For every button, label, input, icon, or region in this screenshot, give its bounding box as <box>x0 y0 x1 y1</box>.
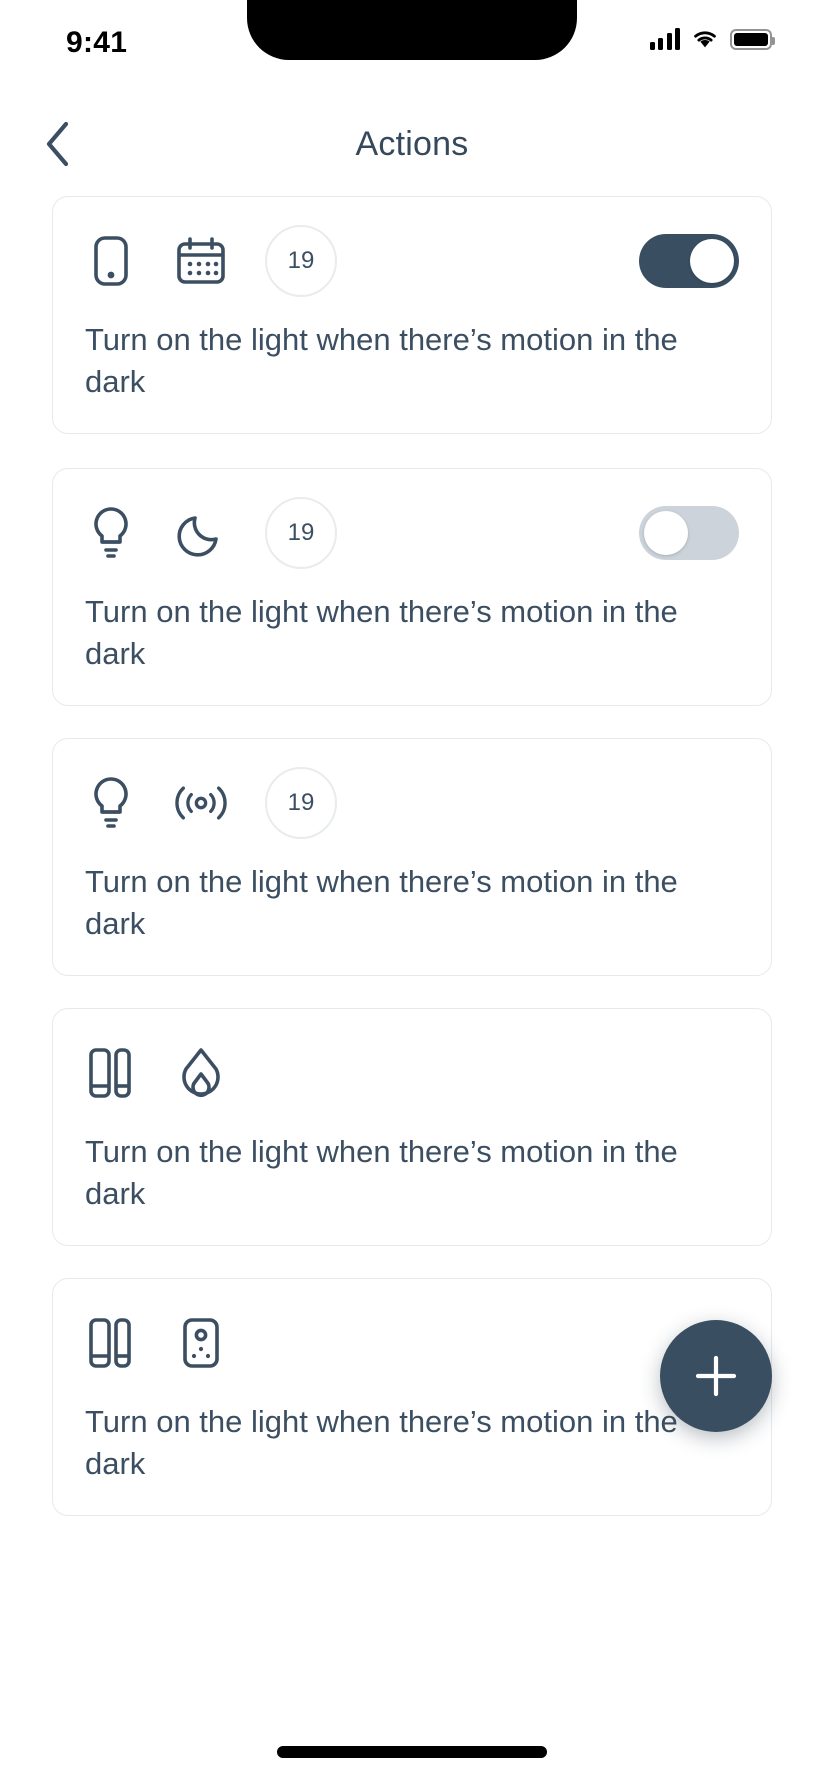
remote-control-icon <box>85 235 137 287</box>
device-notch <box>247 0 577 60</box>
action-card-header: 19 <box>85 225 739 297</box>
home-indicator <box>277 1746 547 1758</box>
page-header: Actions <box>0 100 824 188</box>
page-title: Actions <box>355 124 469 163</box>
action-card-header: 19 <box>85 497 739 569</box>
toggle-knob <box>690 239 734 283</box>
actions-list[interactable]: 19 Turn on the light when there’s motion … <box>0 196 824 1684</box>
action-card-header <box>85 1037 739 1109</box>
add-action-button[interactable] <box>660 1320 772 1432</box>
action-card[interactable]: Turn on the light when there’s motion in… <box>52 1008 772 1247</box>
calendar-icon <box>175 235 227 287</box>
action-description: Turn on the light when there’s motion in… <box>85 864 678 942</box>
blinds-icon <box>85 1047 137 1099</box>
action-description: Turn on the light when there’s motion in… <box>85 594 678 672</box>
action-card-header: 19 <box>85 767 739 839</box>
action-toggle[interactable] <box>639 506 739 560</box>
lightbulb-icon <box>85 507 137 559</box>
action-card[interactable]: 19 Turn on the light when there’s motion … <box>52 468 772 707</box>
chevron-left-icon <box>46 121 69 167</box>
back-button[interactable] <box>30 116 86 172</box>
phone-screen: 9:41 Actions 19 Turn on the light when th… <box>0 0 824 1784</box>
toggle-knob <box>644 511 688 555</box>
action-description: Turn on the light when there’s motion in… <box>85 1404 678 1482</box>
motion-sensor-icon <box>175 777 227 829</box>
moon-icon <box>175 507 227 559</box>
sensor-device-icon <box>175 1317 227 1369</box>
lightbulb-icon <box>85 777 137 829</box>
device-count-badge: 19 <box>265 767 337 839</box>
wifi-icon <box>691 28 719 50</box>
plus-icon <box>695 1355 737 1397</box>
action-toggle[interactable] <box>639 234 739 288</box>
cellular-signal-icon <box>649 28 680 50</box>
battery-full-icon <box>730 28 775 50</box>
action-description: Turn on the light when there’s motion in… <box>85 322 678 400</box>
status-time: 9:41 <box>66 26 128 59</box>
status-indicators <box>649 28 775 50</box>
device-count-badge: 19 <box>265 225 337 297</box>
blinds-icon <box>85 1317 137 1369</box>
flame-icon <box>175 1047 227 1099</box>
action-description: Turn on the light when there’s motion in… <box>85 1134 678 1212</box>
action-card[interactable]: 19 Turn on the light when there’s motion … <box>52 738 772 977</box>
action-card-header <box>85 1307 739 1379</box>
status-bar: 9:41 <box>0 0 824 100</box>
device-count-badge: 19 <box>265 497 337 569</box>
action-card[interactable]: 19 Turn on the light when there’s motion … <box>52 196 772 435</box>
